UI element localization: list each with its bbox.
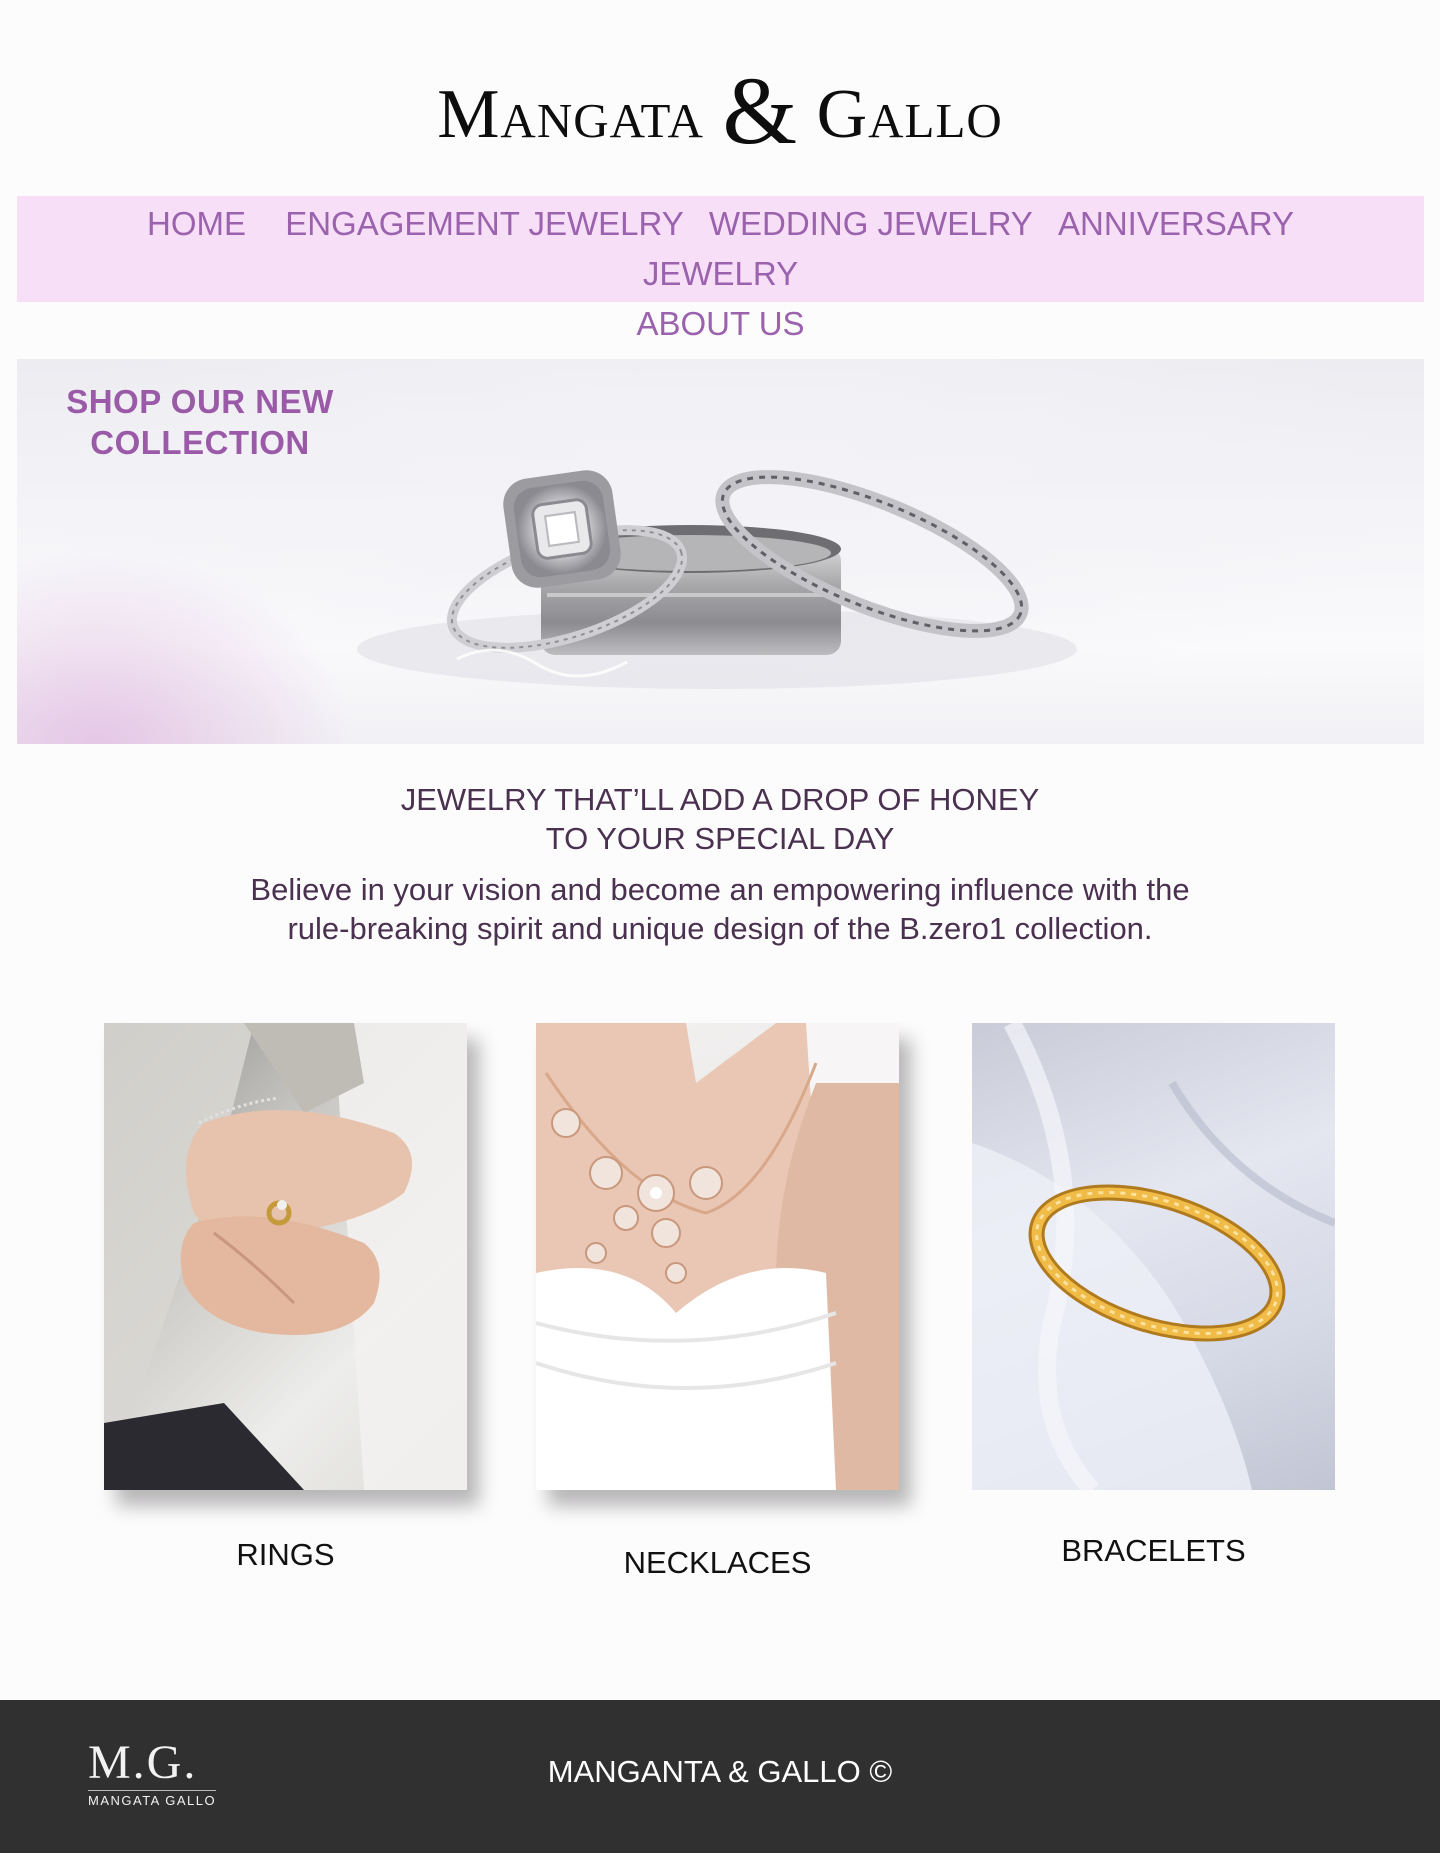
main-nav: HOME ENGAGEMENT JEWELRY WEDDING JEWELRY … xyxy=(17,196,1424,342)
nav-item-jewelry[interactable]: JEWELRY xyxy=(643,249,798,299)
intro-body-line2: rule-breaking spirit and unique design o… xyxy=(287,911,1153,946)
intro-body-line1: Believe in your vision and become an emp… xyxy=(250,872,1190,907)
brand-name-first: Mangata xyxy=(437,76,704,153)
nav-item-about-us[interactable]: ABOUT US xyxy=(636,299,804,349)
nav-item-engagement-jewelry[interactable]: ENGAGEMENT JEWELRY xyxy=(285,199,684,249)
hero-title-line2: COLLECTION xyxy=(90,424,310,461)
hands-with-rings-photo xyxy=(104,1023,467,1490)
intro-heading-line2: TO YOUR SPECIAL DAY xyxy=(545,821,895,856)
category-label-necklaces[interactable]: NECKLACES xyxy=(536,1545,899,1581)
gold-bracelet-photo xyxy=(972,1023,1335,1490)
category-label-bracelets[interactable]: BRACELETS xyxy=(972,1533,1335,1569)
site-footer: M.G. MANGATA GALLO MANGANTA & GALLO © xyxy=(0,1700,1440,1853)
brand-logo[interactable]: Mangata & Gallo xyxy=(0,63,1440,160)
hero-banner[interactable]: SHOP OUR NEW COLLECTION xyxy=(17,359,1424,744)
intro-heading-line1: JEWELRY THAT’LL ADD A DROP OF HONEY xyxy=(400,782,1040,817)
intro-body: Believe in your vision and become an emp… xyxy=(200,870,1240,948)
intro-heading: JEWELRY THAT’LL ADD A DROP OF HONEY TO Y… xyxy=(0,780,1440,858)
category-card-bracelets[interactable] xyxy=(972,1023,1335,1490)
nav-item-wedding-jewelry[interactable]: WEDDING JEWELRY xyxy=(709,199,1033,249)
brand-ampersand: & xyxy=(722,57,799,164)
bride-necklace-photo xyxy=(536,1023,899,1490)
nav-item-anniversary[interactable]: ANNIVERSARY xyxy=(1058,199,1294,249)
category-label-rings[interactable]: RINGS xyxy=(104,1537,467,1573)
nav-item-home[interactable]: HOME xyxy=(147,199,246,249)
footer-copyright: MANGANTA & GALLO © xyxy=(547,1754,893,1789)
hero-title-line1: SHOP OUR NEW xyxy=(66,383,334,420)
category-card-necklaces[interactable] xyxy=(536,1023,899,1490)
footer-logo-subtitle: MANGATA GALLO xyxy=(88,1790,217,1808)
hero-title[interactable]: SHOP OUR NEW COLLECTION xyxy=(45,381,355,463)
brand-name-second: Gallo xyxy=(816,76,1003,153)
category-card-rings[interactable] xyxy=(104,1023,467,1490)
